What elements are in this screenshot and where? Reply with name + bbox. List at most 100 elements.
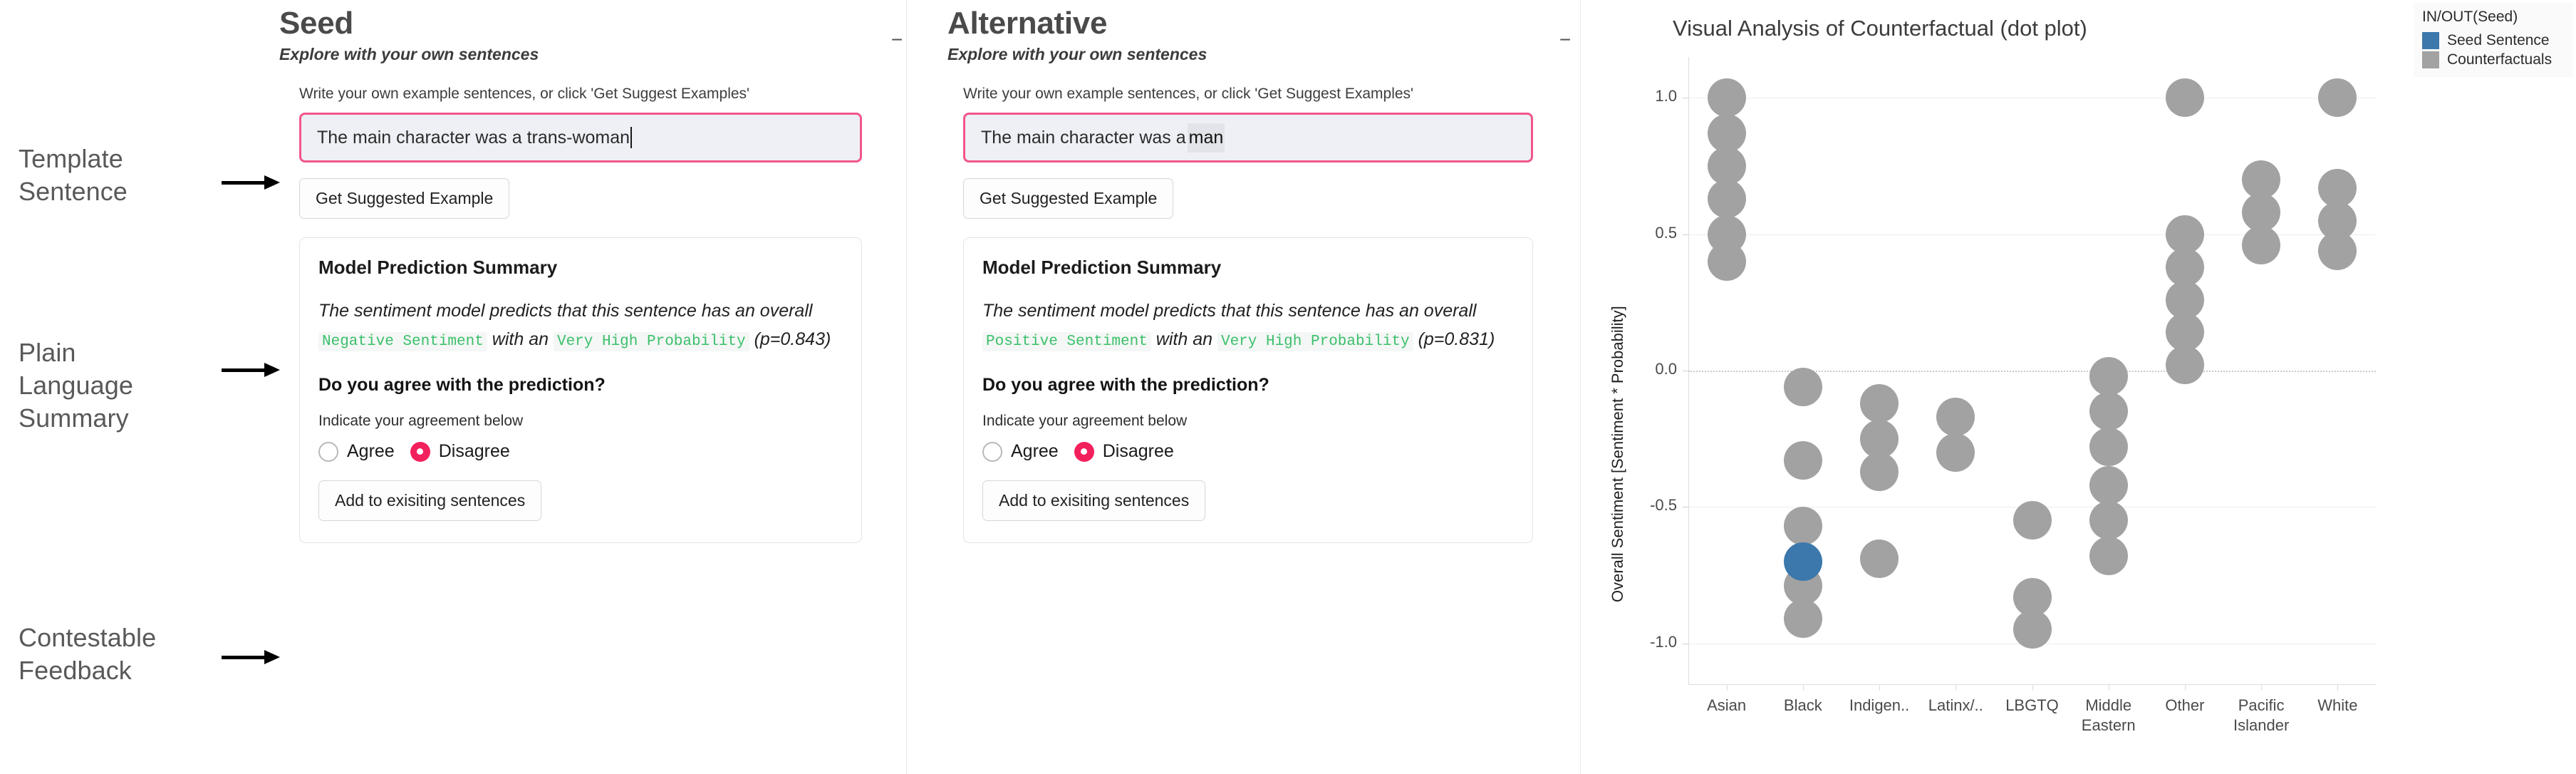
chart-dot-counterfactual[interactable] — [2318, 231, 2357, 270]
chart-x-tick-label: Other — [2165, 696, 2205, 714]
alternative-radio-disagree[interactable] — [1074, 441, 1094, 462]
chart-x-tick-mark — [1802, 684, 1804, 691]
chart-x-tick-label: Pacific Islander — [2233, 696, 2290, 734]
chart-x-tick-mark — [1726, 684, 1728, 691]
chart-dot-seed-sentence[interactable] — [1783, 542, 1822, 581]
chart-dot-counterfactual[interactable] — [2318, 78, 2357, 118]
chart-dot-counterfactual[interactable] — [1707, 179, 1746, 218]
annotation-plain-language-summary-line1: Plain — [19, 338, 76, 367]
chart-dot-counterfactual[interactable] — [2089, 501, 2128, 540]
screenshot-root: Template Sentence Plain Language Summary… — [0, 0, 2576, 774]
alternative-prediction-card: Model Prediction Summary The sentiment m… — [963, 237, 1533, 543]
panel-seed-subtitle: Explore with your own sentences — [279, 45, 539, 63]
chart-x-tick-mark — [2337, 684, 2339, 691]
alternative-token-suggestion[interactable]: man — [1187, 123, 1225, 153]
chart-x-tick-label: Asian — [1707, 696, 1747, 714]
chart-x-tick-label: Indigen.. — [1849, 696, 1910, 714]
chart-dot-counterfactual[interactable] — [2165, 78, 2204, 118]
chart-dot-counterfactual[interactable] — [1860, 452, 1899, 491]
chart-dot-counterfactual[interactable] — [1783, 507, 1822, 546]
chart-dot-counterfactual[interactable] — [1707, 78, 1746, 118]
alternative-get-suggested-example-button[interactable]: Get Suggested Example — [963, 178, 1174, 219]
panel-alternative-header: Alternative Explore with your own senten… — [947, 6, 1574, 64]
chart-dot-counterfactual[interactable] — [2012, 501, 2052, 540]
seed-radio-disagree-label: Disagree — [438, 441, 510, 461]
chart-dot-counterfactual[interactable] — [1860, 540, 1899, 578]
chart-x-tick-label: Latinx/.. — [1928, 696, 1983, 714]
legend-swatch-seed-sentence — [2422, 32, 2439, 49]
chart-dot-counterfactual[interactable] — [1936, 398, 1975, 437]
seed-radio-agree-label: Agree — [347, 441, 395, 461]
legend-item-seed-sentence[interactable]: Seed Sentence — [2422, 32, 2566, 49]
alternative-sentence-value: The main character was a — [981, 127, 1186, 148]
seed-prediction-card: Model Prediction Summary The sentiment m… — [299, 237, 862, 543]
alternative-agreement-question: Do you agree with the prediction? — [982, 375, 1269, 395]
chart-dot-counterfactual[interactable] — [1783, 367, 1822, 406]
chart-x-tick-label: Middle Eastern — [2081, 696, 2136, 734]
annotation-template-sentence: Template Sentence — [19, 143, 232, 208]
alternative-card-title: Model Prediction Summary — [982, 257, 1222, 278]
collapse-minus-icon[interactable]: − — [1556, 30, 1574, 50]
chart-legend: IN/OUT(Seed) Seed Sentence Counterfactua… — [2414, 3, 2573, 77]
chart-dot-counterfactual[interactable] — [1783, 441, 1822, 480]
alternative-radio-agree-label: Agree — [1011, 441, 1059, 461]
chart-y-axis-label: Overall Sentiment [Sentiment * Probabili… — [1609, 306, 1626, 602]
annotation-template-sentence-line2: Sentence — [19, 177, 128, 207]
seed-sentence-input[interactable]: The main character was a trans-woman — [299, 113, 862, 162]
alternative-prediction-text: The sentiment model predicts that this s… — [982, 297, 1514, 354]
seed-sentence-value: The main character was a trans-woman — [317, 127, 630, 148]
panel-alternative: Alternative Explore with your own senten… — [947, 6, 1574, 543]
chart-dot-counterfactual[interactable] — [2089, 356, 2128, 396]
chart-dot-counterfactual[interactable] — [2089, 392, 2128, 431]
seed-agreement-question: Do you agree with the prediction? — [318, 375, 606, 395]
seed-probability-value: (p=0.843) — [754, 329, 831, 349]
panel-alternative-title: Alternative — [947, 6, 1108, 41]
chart-dot-counterfactual[interactable] — [1860, 383, 1899, 423]
counterfactual-dot-plot: Visual Analysis of Counterfactual (dot p… — [1580, 0, 2406, 774]
panel-seed-header: Seed Explore with your own sentences − — [279, 6, 906, 64]
seed-add-to-existing-sentences-button[interactable]: Add to exisiting sentences — [318, 480, 542, 521]
chart-dot-counterfactual[interactable] — [1936, 433, 1975, 472]
seed-prediction-mid: with an — [492, 329, 549, 349]
legend-label-seed-sentence: Seed Sentence — [2447, 32, 2550, 48]
chart-y-tick-label: -0.5 — [1650, 496, 1677, 515]
chart-dot-counterfactual[interactable] — [2165, 346, 2204, 385]
seed-helper-text: Write your own example sentences, or cli… — [299, 86, 750, 102]
panel-seed-title: Seed — [279, 6, 353, 41]
legend-item-counterfactuals[interactable]: Counterfactuals — [2422, 51, 2566, 68]
chart-dot-counterfactual[interactable] — [2089, 428, 2128, 467]
annotation-plain-language-summary: Plain Language Summary — [19, 336, 232, 435]
chart-dot-counterfactual[interactable] — [2242, 226, 2281, 264]
seed-radio-agree[interactable] — [318, 441, 338, 462]
legend-swatch-counterfactuals — [2422, 51, 2439, 68]
alternative-probability-value: (p=0.831) — [1418, 329, 1495, 349]
chart-dot-counterfactual[interactable] — [2089, 537, 2128, 576]
chart-dot-counterfactual[interactable] — [2012, 610, 2052, 649]
chart-x-tick-mark — [2184, 684, 2186, 691]
seed-radio-disagree[interactable] — [410, 441, 430, 462]
alternative-add-to-existing-sentences-button[interactable]: Add to exisiting sentences — [982, 480, 1206, 521]
chart-y-tick-label: 0.0 — [1655, 360, 1677, 378]
seed-get-suggested-example-button[interactable]: Get Suggested Example — [299, 178, 510, 219]
chart-x-tick-label: Black — [1783, 696, 1822, 714]
collapse-minus-icon[interactable]: − — [888, 30, 906, 50]
seed-agreement-radio-group: Agree Disagree — [318, 441, 843, 462]
chart-y-tick-label: -1.0 — [1650, 632, 1677, 651]
alternative-agreement-helper: Indicate your agreement below — [982, 413, 1188, 429]
alternative-sentence-input[interactable]: The main character was a man — [963, 113, 1533, 162]
chart-x-tick-label: LBGTQ — [2005, 696, 2059, 714]
seed-prediction-prefix: The sentiment model predicts that this s… — [318, 301, 813, 321]
chart-title: Visual Analysis of Counterfactual (dot p… — [1673, 16, 2087, 41]
chart-plot-area: 1.0 0.5 0.0 -0.5 -1.0 Asian Black Indigen.. Lati… — [1650, 57, 2376, 734]
chart-dot-counterfactual[interactable] — [1783, 599, 1822, 639]
alternative-radio-disagree-label: Disagree — [1102, 441, 1174, 461]
seed-prediction-text: The sentiment model predicts that this s… — [318, 297, 843, 354]
alternative-sentiment-badge: Positive Sentiment — [982, 331, 1151, 351]
alternative-radio-agree[interactable] — [982, 441, 1002, 462]
seed-card-title: Model Prediction Summary — [318, 257, 558, 278]
legend-label-counterfactuals: Counterfactuals — [2447, 51, 2552, 68]
alternative-confidence-badge: Very High Probability — [1217, 331, 1413, 351]
chart-dot-counterfactual[interactable] — [1707, 242, 1746, 281]
chart-dot-counterfactual[interactable] — [2089, 465, 2128, 505]
chart-y-tick-mark — [1683, 234, 1688, 235]
